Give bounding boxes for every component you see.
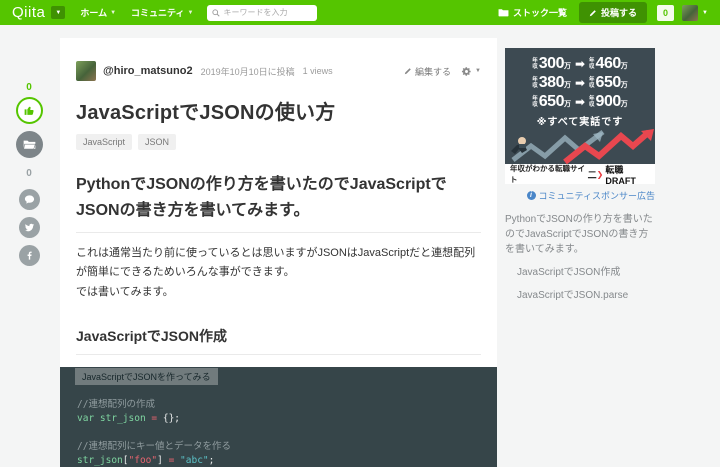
chevron-down-icon: ▼ bbox=[475, 68, 481, 74]
chevron-down-icon: ▼ bbox=[55, 9, 62, 16]
pencil-icon bbox=[589, 9, 596, 16]
like-button[interactable] bbox=[15, 97, 43, 124]
stock-button[interactable] bbox=[15, 131, 43, 158]
view-count: 1 views bbox=[302, 66, 333, 76]
notification-badge[interactable]: 0 bbox=[657, 4, 675, 21]
twitter-share-button[interactable] bbox=[18, 217, 40, 238]
toc-item[interactable]: PythonでJSONの作り方を書いたのでJavaScriptでJSONの書き方… bbox=[505, 212, 655, 257]
ad-chart-illustration bbox=[511, 129, 654, 164]
settings-menu-button[interactable]: ▼ bbox=[461, 66, 481, 77]
section-heading-2: PythonでJSONの作り方を書いたのでJavaScriptでJSONの書き方… bbox=[76, 172, 481, 234]
page-title: JavaScriptでJSONの使い方 bbox=[76, 102, 336, 124]
ad-brand-logo: 二 ❯ 転職DRAFT bbox=[587, 164, 636, 186]
body-paragraph: これは通常当たり前に使っているとは思いますがJSONはJavaScriptだと連… bbox=[76, 247, 476, 279]
pencil-icon bbox=[404, 68, 411, 75]
tag-list: JavaScript JSON bbox=[76, 134, 481, 150]
toc-list: PythonでJSONの作り方を書いたのでJavaScriptでJSONの書き方… bbox=[505, 212, 655, 303]
logo-dropdown[interactable]: ▼ bbox=[51, 6, 66, 19]
ad-footer: 年収がわかる転職サイト 二 ❯ 転職DRAFT bbox=[505, 164, 655, 186]
thumbs-up-icon bbox=[24, 106, 34, 115]
facebook-share-button[interactable] bbox=[18, 245, 40, 266]
edit-button[interactable]: 編集する bbox=[404, 65, 451, 78]
chevron-down-icon: ▼ bbox=[187, 9, 194, 16]
search-icon bbox=[212, 8, 221, 17]
toc-item[interactable]: JavaScriptでJSON作成 bbox=[517, 265, 655, 280]
search-box[interactable] bbox=[207, 4, 318, 21]
ad-note: ※すべて実話です bbox=[536, 117, 624, 128]
ad-salary-row: 年収 380 万 ➡ 年収 650 万 bbox=[532, 74, 628, 91]
chevron-down-icon: ▼ bbox=[110, 9, 117, 16]
facebook-icon bbox=[27, 251, 32, 260]
toc-item[interactable]: JavaScriptでJSON.parse bbox=[517, 288, 655, 303]
code-filename-label: JavaScriptでJSONを作ってみる bbox=[75, 367, 218, 385]
action-rail: 0 0 bbox=[13, 82, 45, 266]
ad-salary-row: 年収 300 万 ➡ 年収 460 万 bbox=[532, 55, 628, 72]
nav-item-home[interactable]: ホーム ▼ bbox=[80, 6, 116, 19]
search-input[interactable] bbox=[223, 8, 309, 17]
top-navbar: Qiita ▼ ホーム▼ コミュニティ▼ ストック一覧 投稿する 0 ▼ bbox=[0, 0, 720, 25]
tag[interactable]: JSON bbox=[138, 134, 177, 150]
ad-rows: 年収 300 万 ➡ 年収 460 万年収 380 万 ➡ 年収 650 万年収 650 万 ➡ 年収 900 万 bbox=[505, 48, 655, 111]
gear-icon bbox=[462, 66, 471, 76]
like-count: 0 bbox=[26, 82, 32, 93]
comment-count: 0 bbox=[26, 168, 32, 179]
sponsor-info-link[interactable]: i コミュニティスポンサー広告 bbox=[505, 189, 655, 202]
code-content[interactable]: //連想配列の作成 var str_json = {}; //連想配列にキー値とデ… bbox=[60, 398, 497, 467]
post-button[interactable]: 投稿する bbox=[579, 2, 648, 23]
sponsor-ad-banner[interactable]: 年収 300 万 ➡ 年収 460 万年収 380 万 ➡ 年収 650 万年収 650 万 ➡ 年収 900 万 … bbox=[505, 48, 655, 186]
speech-bubble-icon bbox=[24, 195, 34, 204]
qiita-logo[interactable]: Qiita bbox=[12, 4, 45, 21]
draft-logo-icon: ❯ bbox=[596, 169, 604, 179]
nav-item-community[interactable]: コミュニティ ▼ bbox=[131, 6, 193, 19]
twitter-icon bbox=[24, 223, 34, 232]
ad-caption: 年収がわかる転職サイト bbox=[510, 164, 585, 184]
ad-salary-row: 年収 650 万 ➡ 年収 900 万 bbox=[532, 93, 628, 110]
article-card: @hiro_matsuno2 2019年10月10日に投稿 1 views 編集… bbox=[60, 38, 497, 467]
author-name[interactable]: @hiro_matsuno2 bbox=[103, 65, 193, 77]
user-avatar[interactable] bbox=[682, 4, 699, 21]
section-heading-3: JavaScriptでJSON作成 bbox=[76, 326, 481, 355]
comment-button[interactable] bbox=[18, 189, 40, 210]
author-avatar[interactable] bbox=[76, 61, 96, 81]
folder-icon bbox=[498, 9, 509, 17]
info-icon: i bbox=[526, 191, 536, 200]
body-paragraph: では書いてみます。 bbox=[76, 285, 174, 298]
chevron-down-icon[interactable]: ▼ bbox=[702, 10, 708, 16]
post-date: 2019年10月10日に投稿 bbox=[200, 66, 295, 77]
code-block: JavaScriptでJSONを作ってみる //連想配列の作成 var str_j… bbox=[60, 366, 497, 467]
folder-icon bbox=[22, 140, 36, 150]
draft-logo-icon: 二 bbox=[587, 169, 597, 180]
right-sidebar: 年収 300 万 ➡ 年収 460 万年収 380 万 ➡ 年収 650 万年収 650 万 ➡ 年収 900 万 … bbox=[505, 48, 655, 311]
tag[interactable]: JavaScript bbox=[76, 134, 133, 150]
article-header: @hiro_matsuno2 2019年10月10日に投稿 1 views 編集… bbox=[76, 61, 481, 81]
stock-list-link[interactable]: ストック一覧 bbox=[498, 6, 567, 19]
